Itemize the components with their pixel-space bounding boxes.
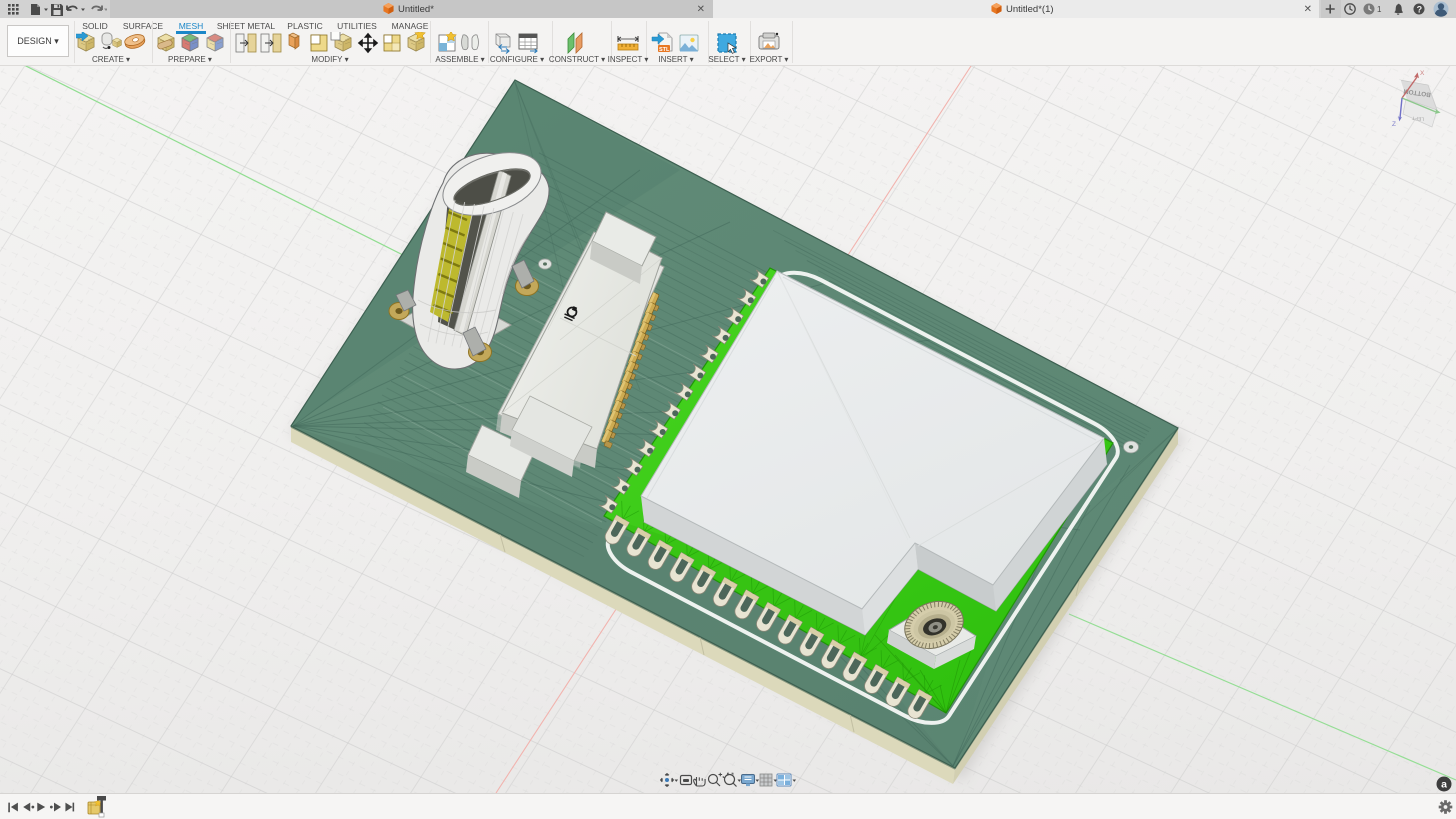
svg-text:Z: Z	[1392, 121, 1396, 128]
svg-text:STL: STL	[659, 47, 670, 53]
svg-text:1: 1	[1377, 5, 1382, 14]
svg-text:a: a	[1441, 779, 1447, 791]
svg-text:X: X	[1420, 70, 1425, 77]
svg-text:?: ?	[1417, 4, 1423, 14]
svg-text:LEFT: LEFT	[1412, 114, 1425, 121]
